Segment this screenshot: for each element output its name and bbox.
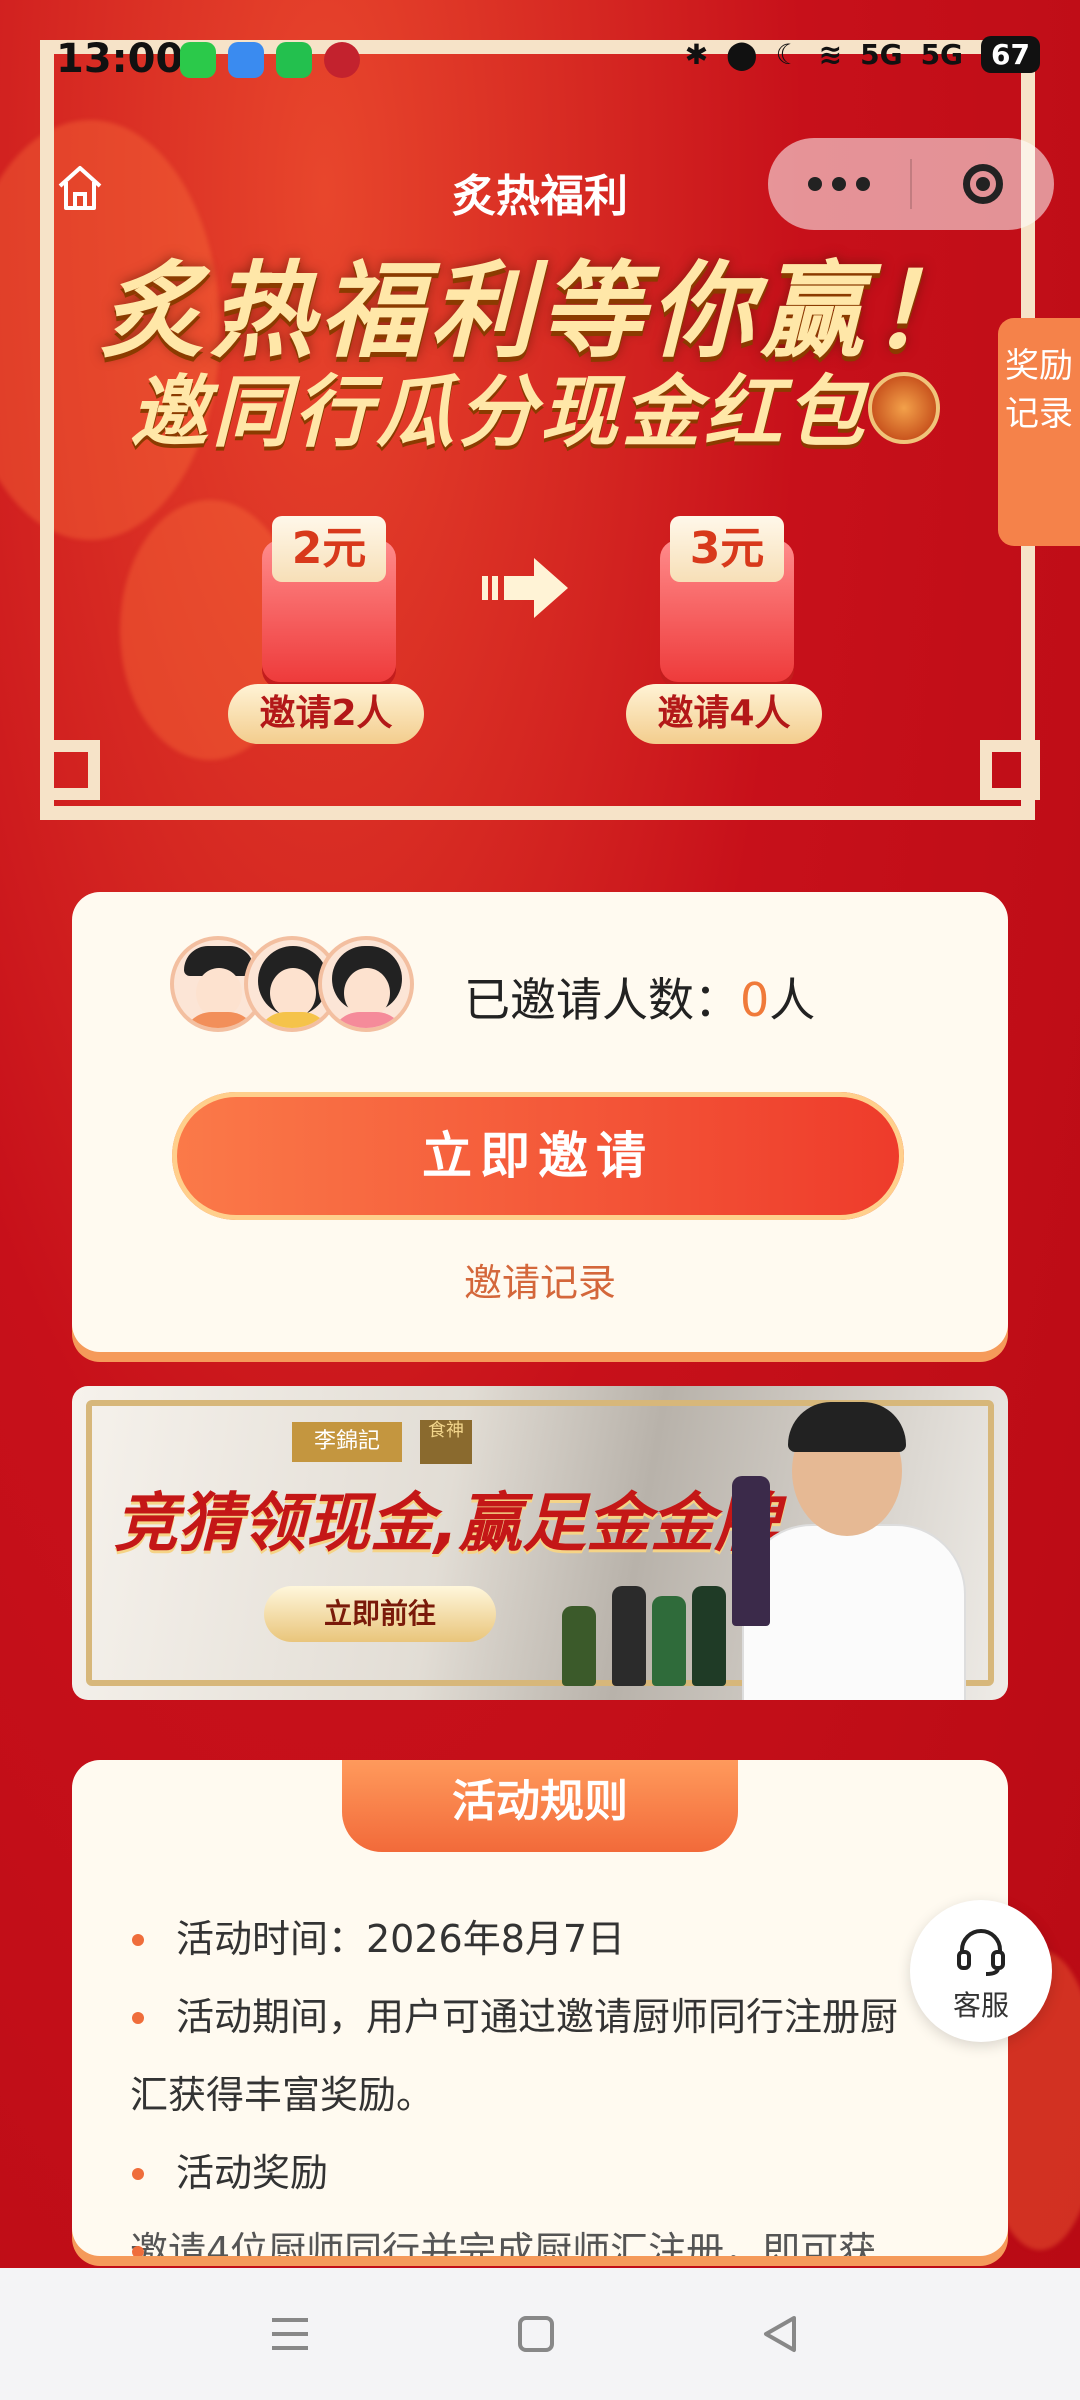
reward-amount: 2元	[272, 516, 386, 582]
bluetooth-icon: ✱	[684, 38, 709, 71]
hero-subheadline: 邀同行瓜分现金红包	[130, 368, 869, 458]
rules-title: 活动规则	[342, 1760, 738, 1852]
rules-card: 活动规则 活动时间：2026年8月7日 活动期间，用户可通过邀请厨师同行注册厨 …	[72, 1760, 1008, 2256]
invited-count-text: 已邀请人数：0人	[464, 964, 815, 1030]
invited-unit: 人	[769, 973, 816, 1027]
browser-app-icon	[228, 42, 264, 78]
brand-logo: 李錦記	[292, 1422, 402, 1462]
wifi-icon: ≋	[818, 38, 843, 71]
invited-label: 已邀请人数：	[464, 973, 740, 1027]
invited-count: 0	[740, 973, 770, 1027]
menu-icon[interactable]	[268, 2312, 312, 2356]
invite-now-button[interactable]: 立即邀请	[172, 1092, 904, 1220]
frame-corner	[40, 740, 100, 800]
arrow-right-icon	[482, 558, 568, 618]
red-envelope-2: 2元	[262, 516, 396, 682]
invite-record-link[interactable]: 邀请记录	[72, 1252, 1008, 1307]
banner-go-button[interactable]: 立即前往	[264, 1586, 496, 1642]
frame-corner	[980, 740, 1040, 800]
flame-medal-icon	[868, 372, 940, 444]
signal-label-1: 5G	[860, 38, 903, 71]
headset-icon	[957, 1929, 1005, 1976]
status-indicators: ✱ ⬤ ☾ ≋ 5G 5G 67	[685, 36, 1040, 73]
status-time: 13:00	[56, 36, 184, 82]
avatar	[318, 936, 414, 1032]
sauce-bottle	[612, 1586, 646, 1686]
signal-label-2: 5G	[920, 38, 964, 71]
reward-condition: 邀请2人	[228, 684, 424, 744]
moon-icon: ☾	[775, 38, 801, 71]
customer-service-button[interactable]: 客服	[910, 1900, 1052, 2042]
back-triangle-icon[interactable]	[758, 2312, 802, 2356]
system-nav-bar	[0, 2268, 1080, 2400]
rule-item: 邀请4位厨师同行并完成厨师汇注册，即可获	[130, 2212, 970, 2256]
invited-avatars	[170, 936, 414, 1032]
sauce-bottle	[562, 1606, 596, 1686]
rule-item: 活动奖励	[130, 2134, 970, 2212]
more-dots-icon[interactable]	[768, 177, 910, 191]
banner-slogan: 竞猜领现金,赢足金金牌	[114, 1487, 779, 1561]
customer-service-label: 客服	[952, 1989, 1009, 2022]
status-bar: 13:00 ✱ ⬤ ☾ ≋ 5G 5G 67	[0, 0, 1080, 120]
square-home-icon[interactable]	[514, 2312, 558, 2356]
grid-app-icon	[276, 42, 312, 78]
sauce-bottle	[652, 1596, 686, 1686]
invite-card: 已邀请人数：0人 立即邀请 邀请记录	[72, 892, 1008, 1352]
brand-logo-secondary: 食神	[420, 1420, 472, 1464]
reward-record-tab[interactable]: 奖励记录	[998, 318, 1080, 546]
location-icon: ⬤	[726, 38, 758, 71]
red-envelope-3: 3元	[660, 516, 794, 682]
promo-banner[interactable]: 李錦記 食神 竞猜领现金,赢足金金牌 立即前往	[72, 1386, 1008, 1700]
mini-program-capsule	[768, 138, 1054, 230]
battery-indicator: 67	[981, 36, 1040, 73]
close-capsule-icon[interactable]	[912, 164, 1054, 204]
reward-amount: 3元	[670, 516, 784, 582]
rule-item: 活动期间，用户可通过邀请厨师同行注册厨	[130, 1978, 970, 2056]
phone-app-icon	[180, 42, 216, 78]
chef-portrait	[712, 1402, 966, 1700]
status-app-icons	[180, 42, 360, 78]
reward-condition: 邀请4人	[626, 684, 822, 744]
rule-item: 活动时间：2026年8月7日	[130, 1900, 970, 1978]
rule-item-continued: 汇获得丰富奖励。	[130, 2073, 435, 2117]
news-app-icon	[324, 42, 360, 78]
rules-list: 活动时间：2026年8月7日 活动期间，用户可通过邀请厨师同行注册厨 汇获得丰富…	[130, 1900, 970, 2256]
